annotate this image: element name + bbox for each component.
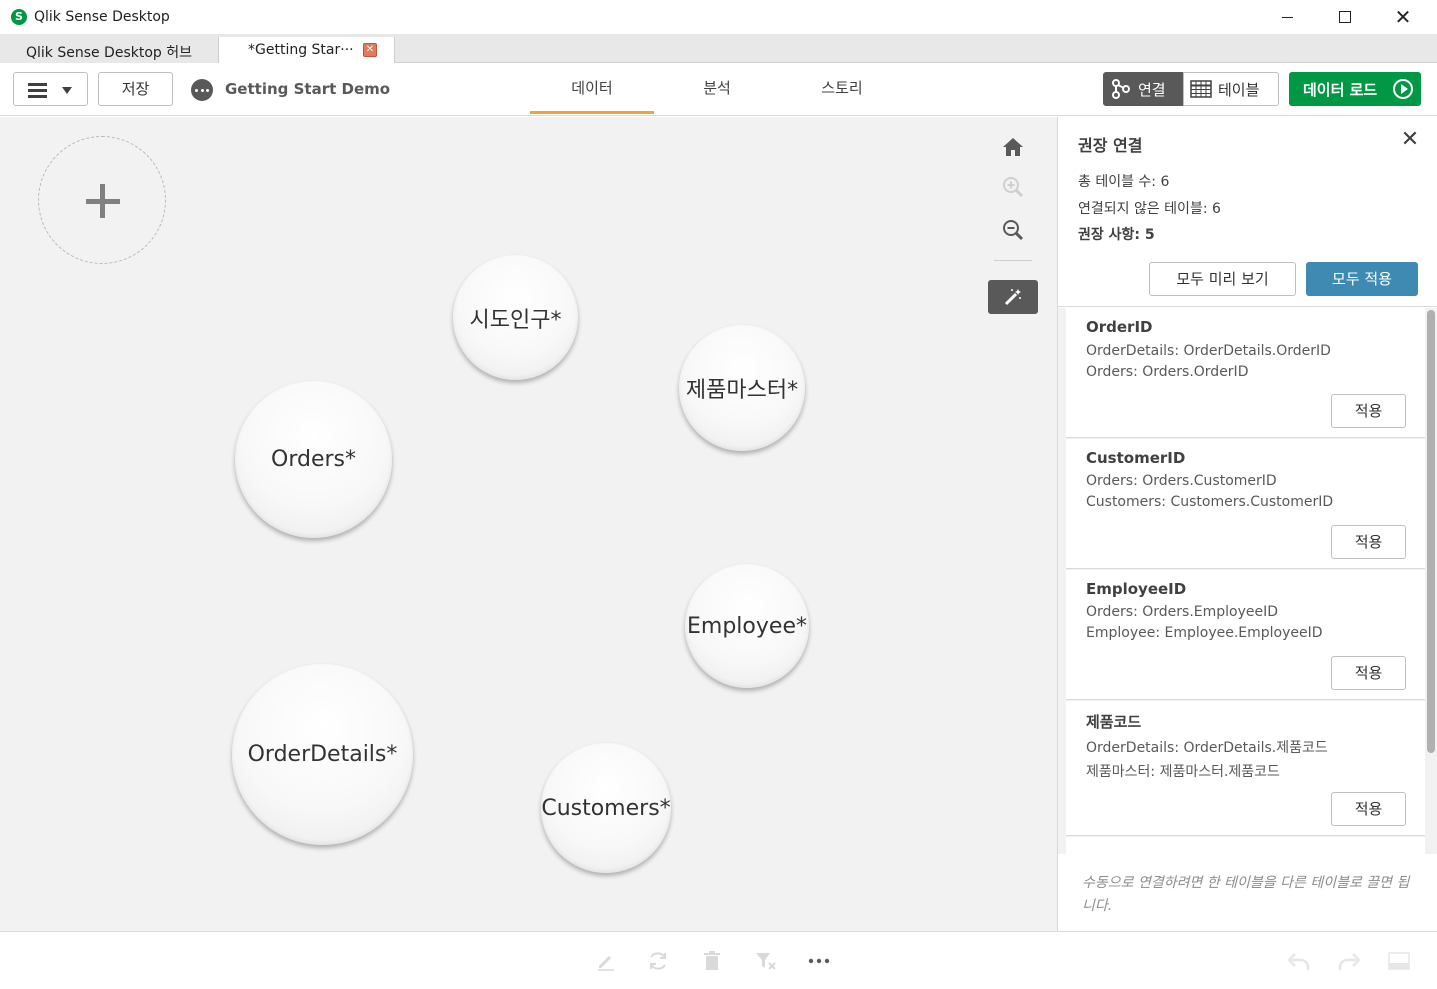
apply-button[interactable]: 적용	[1331, 792, 1406, 826]
tab-app-label: *Getting Star···	[248, 42, 354, 58]
tab-hub[interactable]: Qlik Sense Desktop 허브	[0, 37, 219, 63]
recommendation-card: OrderID OrderDetails: OrderDetails.Order…	[1066, 308, 1425, 438]
bottom-toolbar	[0, 931, 1437, 989]
table-bubble-orders[interactable]: Orders*	[235, 381, 392, 538]
app-options-icon[interactable]	[191, 79, 213, 101]
app-toolbar: 저장 Getting Start Demo 데이터 분석 스토리 연결 테이블 …	[0, 63, 1437, 116]
table-bubble-label: 시도인구*	[469, 307, 562, 333]
table-icon	[1190, 80, 1212, 98]
window-titlebar: S Qlik Sense Desktop ✕	[0, 0, 1437, 35]
recommendation-line: Employee: Employee.EmployeeID	[1086, 625, 1323, 641]
recommendation-field: EmployeeID	[1086, 580, 1187, 598]
recommendations-stat: 권장 사항: 5	[1078, 227, 1155, 243]
recommended-associations-button[interactable]	[988, 280, 1038, 314]
preview-all-button[interactable]: 모두 미리 보기	[1149, 262, 1296, 296]
total-tables-stat: 총 테이블 수: 6	[1078, 174, 1170, 190]
load-data-button[interactable]: 데이터 로드	[1289, 72, 1421, 106]
close-window-button[interactable]: ✕	[1380, 0, 1426, 34]
recommendation-line: Orders: Orders.OrderID	[1086, 364, 1249, 380]
edit-icon[interactable]	[591, 946, 621, 976]
table-bubble-제품마스터[interactable]: 제품마스터*	[679, 325, 805, 451]
qlik-sense-window: S Qlik Sense Desktop ✕ Qlik Sense Deskto…	[0, 0, 1437, 989]
home-icon[interactable]	[990, 132, 1036, 162]
apply-button[interactable]: 적용	[1331, 525, 1406, 559]
undo-icon[interactable]	[1284, 946, 1314, 976]
global-menu-button[interactable]	[13, 72, 88, 106]
recommendation-line: Orders: Orders.EmployeeID	[1086, 604, 1279, 620]
panel-header: 권장 연결 ✕ 총 테이블 수: 6 연결되지 않은 테이블: 6 권장 사항:…	[1058, 117, 1437, 307]
apply-button[interactable]: 적용	[1331, 656, 1406, 690]
close-icon: ✕	[1394, 5, 1412, 29]
delete-icon[interactable]	[697, 946, 727, 976]
recommendation-line: Customers: Customers.CustomerID	[1086, 494, 1334, 510]
panel-footer: 수동으로 연결하려면 한 테이블을 다른 테이블로 끌면 됩니다.	[1058, 854, 1437, 931]
maximize-button[interactable]	[1322, 0, 1368, 34]
associations-label: 연결	[1138, 80, 1166, 99]
drag-hint-text: 수동으로 연결하려면 한 테이블을 다른 테이블로 끌면 됩니다.	[1082, 875, 1410, 914]
recommendation-card: CustomerID Orders: Orders.CustomerID Cus…	[1066, 439, 1425, 569]
table-bubble-label: Orders*	[271, 447, 356, 472]
tab-analysis[interactable]: 분석	[655, 77, 779, 98]
table-bubble-employee[interactable]: Employee*	[685, 564, 809, 688]
associations-icon	[1112, 79, 1130, 99]
tables-label: 테이블	[1218, 80, 1260, 99]
magic-wand-icon	[1004, 289, 1021, 306]
recommendation-line: OrderDetails: OrderDetails.OrderID	[1086, 343, 1331, 359]
play-icon	[1393, 79, 1413, 99]
table-bubble-label: Customers*	[541, 795, 671, 821]
panel-scrollbar[interactable]	[1425, 308, 1437, 854]
active-tab-indicator	[530, 111, 654, 114]
recommendation-card: 제품코드 OrderDetails: OrderDetails.제품코드 제품마…	[1066, 701, 1425, 836]
recommendation-line: Orders: Orders.CustomerID	[1086, 473, 1277, 489]
table-bubble-orderdetails[interactable]: OrderDetails*	[232, 664, 413, 845]
recommendation-field: OrderID	[1086, 318, 1153, 336]
more-options-icon[interactable]	[804, 946, 834, 976]
table-bubble-label: OrderDetails*	[247, 742, 398, 767]
save-button[interactable]: 저장	[98, 72, 173, 106]
tool-divider	[994, 260, 1032, 261]
zoom-in-icon[interactable]	[990, 172, 1036, 202]
hamburger-icon	[28, 83, 47, 98]
recommendation-line: OrderDetails: OrderDetails.제품코드	[1086, 740, 1328, 756]
panel-title: 권장 연결	[1078, 136, 1143, 155]
table-bubble-customers[interactable]: Customers*	[541, 743, 671, 873]
tab-story[interactable]: 스토리	[780, 77, 904, 98]
recommendation-field: CustomerID	[1086, 449, 1186, 467]
unlinked-tables-stat: 연결되지 않은 테이블: 6	[1078, 201, 1221, 217]
minimize-icon	[1281, 16, 1293, 18]
apply-button[interactable]: 적용	[1331, 394, 1406, 428]
toggle-panel-icon[interactable]	[1384, 946, 1414, 976]
recommendation-card	[1066, 837, 1425, 854]
recommended-associations-panel: 권장 연결 ✕ 총 테이블 수: 6 연결되지 않은 테이블: 6 권장 사항:…	[1057, 117, 1437, 931]
tables-view-button[interactable]: 테이블	[1183, 72, 1279, 106]
associations-view-button[interactable]: 연결	[1103, 72, 1183, 106]
association-canvas[interactable]: 시도인구* 제품마스터* Orders* Employee* OrderDeta…	[0, 117, 1057, 931]
tab-bar: Qlik Sense Desktop 허브 *Getting Star··· ✕	[0, 35, 1437, 63]
table-bubble-label: Employee*	[687, 613, 807, 639]
recommendation-field: 제품코드	[1086, 713, 1142, 731]
window-title: Qlik Sense Desktop	[34, 9, 170, 25]
tab-app[interactable]: *Getting Star··· ✕	[219, 37, 395, 63]
table-bubble-label: 제품마스터*	[685, 378, 799, 403]
apply-all-button[interactable]: 모두 적용	[1306, 262, 1418, 296]
tab-data[interactable]: 데이터	[530, 77, 654, 98]
redo-icon[interactable]	[1334, 946, 1364, 976]
refresh-icon[interactable]	[643, 946, 673, 976]
caret-down-icon	[62, 87, 72, 94]
recommendation-card: EmployeeID Orders: Orders.EmployeeID Emp…	[1066, 570, 1425, 700]
zoom-out-icon[interactable]	[990, 215, 1036, 245]
filter-clear-icon[interactable]	[751, 946, 781, 976]
recommendation-list[interactable]: OrderID OrderDetails: OrderDetails.Order…	[1058, 308, 1437, 854]
minimize-button[interactable]	[1264, 0, 1310, 34]
recommendation-line: 제품마스터: 제품마스터.제품코드	[1086, 764, 1280, 780]
tab-close-icon[interactable]: ✕	[363, 43, 377, 57]
table-bubble-시도인구[interactable]: 시도인구*	[453, 255, 578, 380]
load-data-label: 데이터 로드	[1303, 80, 1378, 99]
scrollbar-thumb[interactable]	[1427, 310, 1435, 753]
qlik-logo-icon: S	[11, 9, 27, 25]
maximize-icon	[1339, 11, 1351, 23]
add-data-button[interactable]	[38, 136, 166, 264]
panel-close-icon[interactable]: ✕	[1398, 129, 1422, 153]
app-name: Getting Start Demo	[225, 80, 391, 98]
